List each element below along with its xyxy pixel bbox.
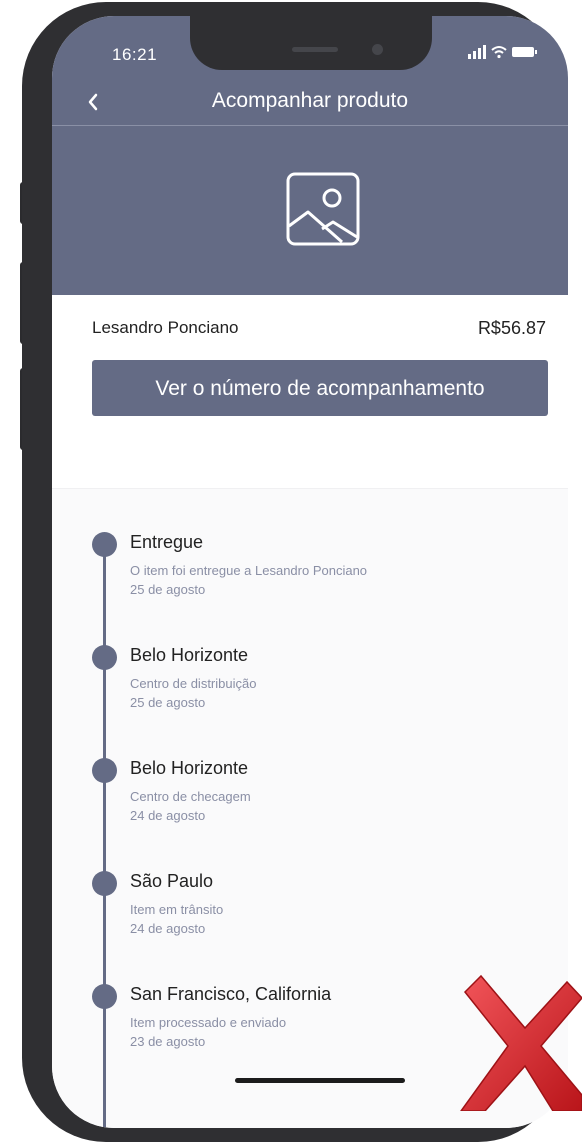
timeline-item: Belo Horizonte Centro de checagem 24 de … — [52, 758, 568, 848]
page-title: Acompanhar produto — [211, 89, 409, 112]
timeline-item: Belo Horizonte Centro de distribuição 25… — [52, 645, 568, 735]
timeline-item-title: San Francisco, California — [130, 984, 332, 1004]
phone-notch — [190, 16, 432, 70]
timeline-item-date: 25 de agosto — [130, 695, 206, 710]
timeline-item-title: Entregue — [130, 532, 204, 552]
timeline-item: São Paulo Item em trânsito 24 de agosto — [52, 871, 568, 961]
product-image — [286, 172, 360, 251]
app-header: 16:21 Acompanhar produto — [52, 16, 568, 295]
timeline-item-title: Belo Horizonte — [130, 645, 249, 665]
timeline-item-description: Item em trânsito — [130, 902, 224, 917]
status-time: 16:21 — [112, 45, 158, 64]
battery-icon — [512, 47, 537, 57]
timeline-item: Entregue O item foi entregue a Lesandro … — [52, 532, 568, 622]
red-x-mark-svg — [459, 974, 582, 1112]
seller-name: Lesandro Ponciano — [92, 318, 239, 337]
timeline-item-description: Item processado e enviado — [130, 1015, 287, 1030]
home-indicator — [235, 1078, 405, 1083]
status-icons — [468, 44, 538, 65]
notch-speaker — [292, 47, 338, 52]
notch-camera — [372, 44, 383, 55]
wifi-icon — [491, 46, 507, 59]
order-price: R$56.87 — [477, 318, 546, 338]
timeline-dot — [92, 871, 117, 896]
timeline-dot — [92, 532, 117, 557]
status-icons-svg — [468, 45, 537, 59]
header-divider — [52, 125, 568, 126]
timeline-item-date: 24 de agosto — [130, 808, 206, 823]
timeline-item-description: O item foi entregue a Lesandro Ponciano — [130, 563, 368, 578]
timeline-dot — [92, 984, 117, 1009]
timeline-item-date: 23 de agosto — [130, 1034, 206, 1049]
timeline-item-date: 25 de agosto — [130, 582, 206, 597]
signal-icon — [468, 45, 486, 59]
timeline-dot — [92, 645, 117, 670]
timeline-item-date: 24 de agosto — [130, 921, 206, 936]
timeline-item-title: Belo Horizonte — [130, 758, 249, 778]
timeline-dot — [92, 758, 117, 783]
timeline-item-title: São Paulo — [130, 871, 214, 891]
timeline-item-description: Centro de distribuição — [130, 676, 257, 691]
phone-screen: 16:21 Acompanhar produto Lesandro Poncia… — [52, 16, 568, 1128]
red-x-mark-icon — [455, 970, 582, 1116]
image-placeholder-icon — [286, 172, 360, 246]
timeline-item-description: Centro de checagem — [130, 789, 251, 804]
tracking-number-button[interactable]: Ver o número de acompanhamento — [92, 360, 548, 416]
